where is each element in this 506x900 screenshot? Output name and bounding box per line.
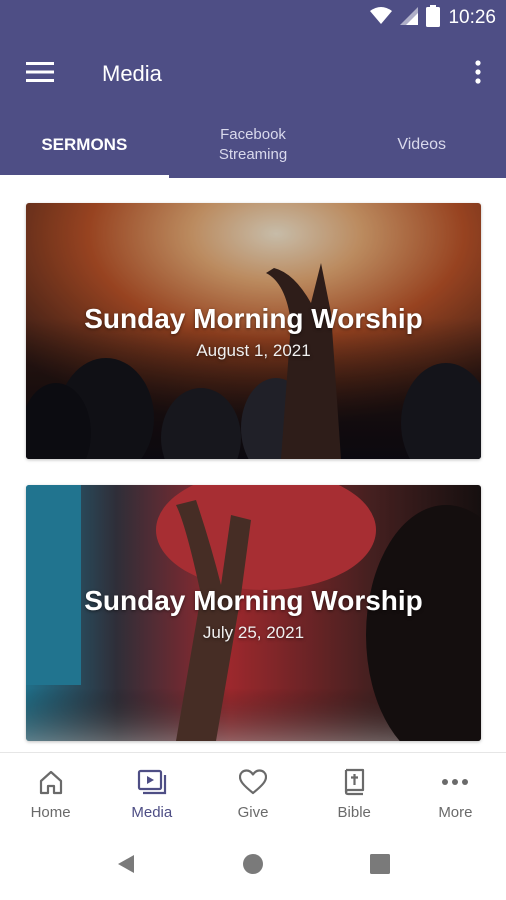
sermon-card[interactable]: Sunday Morning Worship August 1, 2021	[26, 203, 481, 459]
tab-bar: SERMONS Facebook Streaming Videos	[0, 112, 506, 178]
nav-label: Media	[131, 804, 173, 821]
app-bar: Media	[0, 36, 506, 112]
tab-label-line2: Streaming	[218, 146, 288, 163]
nav-bible[interactable]: Bible	[304, 753, 405, 832]
bottom-navigation: Home Media Give Bible More	[0, 752, 506, 832]
nav-label: Bible	[337, 804, 371, 821]
bible-icon	[339, 767, 369, 797]
page-title: Media	[102, 61, 162, 86]
status-bar: 10:26	[0, 0, 506, 36]
home-icon	[36, 767, 66, 797]
back-button[interactable]	[114, 854, 138, 878]
tab-facebook-streaming[interactable]: Facebook Streaming	[169, 112, 338, 178]
battery-icon	[426, 4, 441, 32]
recents-button[interactable]	[368, 853, 392, 879]
system-navigation-bar	[0, 832, 506, 900]
nav-label: Give	[237, 804, 269, 821]
nav-home[interactable]: Home	[0, 753, 101, 832]
card-caption: Sunday Morning Worship August 1, 2021	[26, 303, 481, 361]
tab-label: Videos	[397, 136, 446, 153]
sermon-card[interactable]: Sunday Morning Worship July 25, 2021	[26, 485, 481, 741]
nav-give[interactable]: Give	[202, 753, 303, 832]
home-system-button[interactable]	[241, 853, 265, 880]
home-circle-icon	[242, 853, 264, 880]
recents-square-icon	[370, 853, 390, 879]
nav-media[interactable]: Media	[101, 753, 202, 832]
menu-button[interactable]	[20, 58, 60, 90]
more-vertical-icon	[475, 59, 481, 89]
media-icon	[137, 767, 167, 797]
status-icons: 10:26	[370, 4, 496, 32]
nav-label: Home	[30, 804, 71, 821]
more-horizontal-icon	[440, 767, 470, 797]
tab-label: SERMONS	[41, 135, 128, 154]
tab-label-stack: Facebook Streaming	[219, 125, 287, 165]
status-time: 10:26	[448, 7, 496, 28]
sermon-list[interactable]: Sunday Morning Worship August 1, 2021 Su…	[0, 178, 506, 752]
hamburger-menu-icon	[26, 61, 54, 87]
sermon-date: August 1, 2021	[196, 341, 311, 360]
tab-videos[interactable]: Videos	[337, 112, 506, 178]
wifi-icon	[370, 6, 393, 30]
nav-more[interactable]: More	[405, 753, 506, 832]
sermon-date: July 25, 2021	[202, 623, 305, 642]
overflow-menu-button[interactable]	[466, 58, 490, 90]
card-caption: Sunday Morning Worship July 25, 2021	[26, 585, 481, 643]
nav-label: More	[438, 804, 473, 821]
sermon-title: Sunday Morning Worship	[84, 585, 423, 616]
signal-icon	[400, 6, 419, 30]
tab-sermons[interactable]: SERMONS	[0, 112, 169, 178]
back-triangle-icon	[116, 853, 136, 880]
sermon-title: Sunday Morning Worship	[84, 303, 423, 334]
tab-label-line1: Facebook	[220, 126, 286, 143]
heart-icon	[238, 767, 268, 797]
